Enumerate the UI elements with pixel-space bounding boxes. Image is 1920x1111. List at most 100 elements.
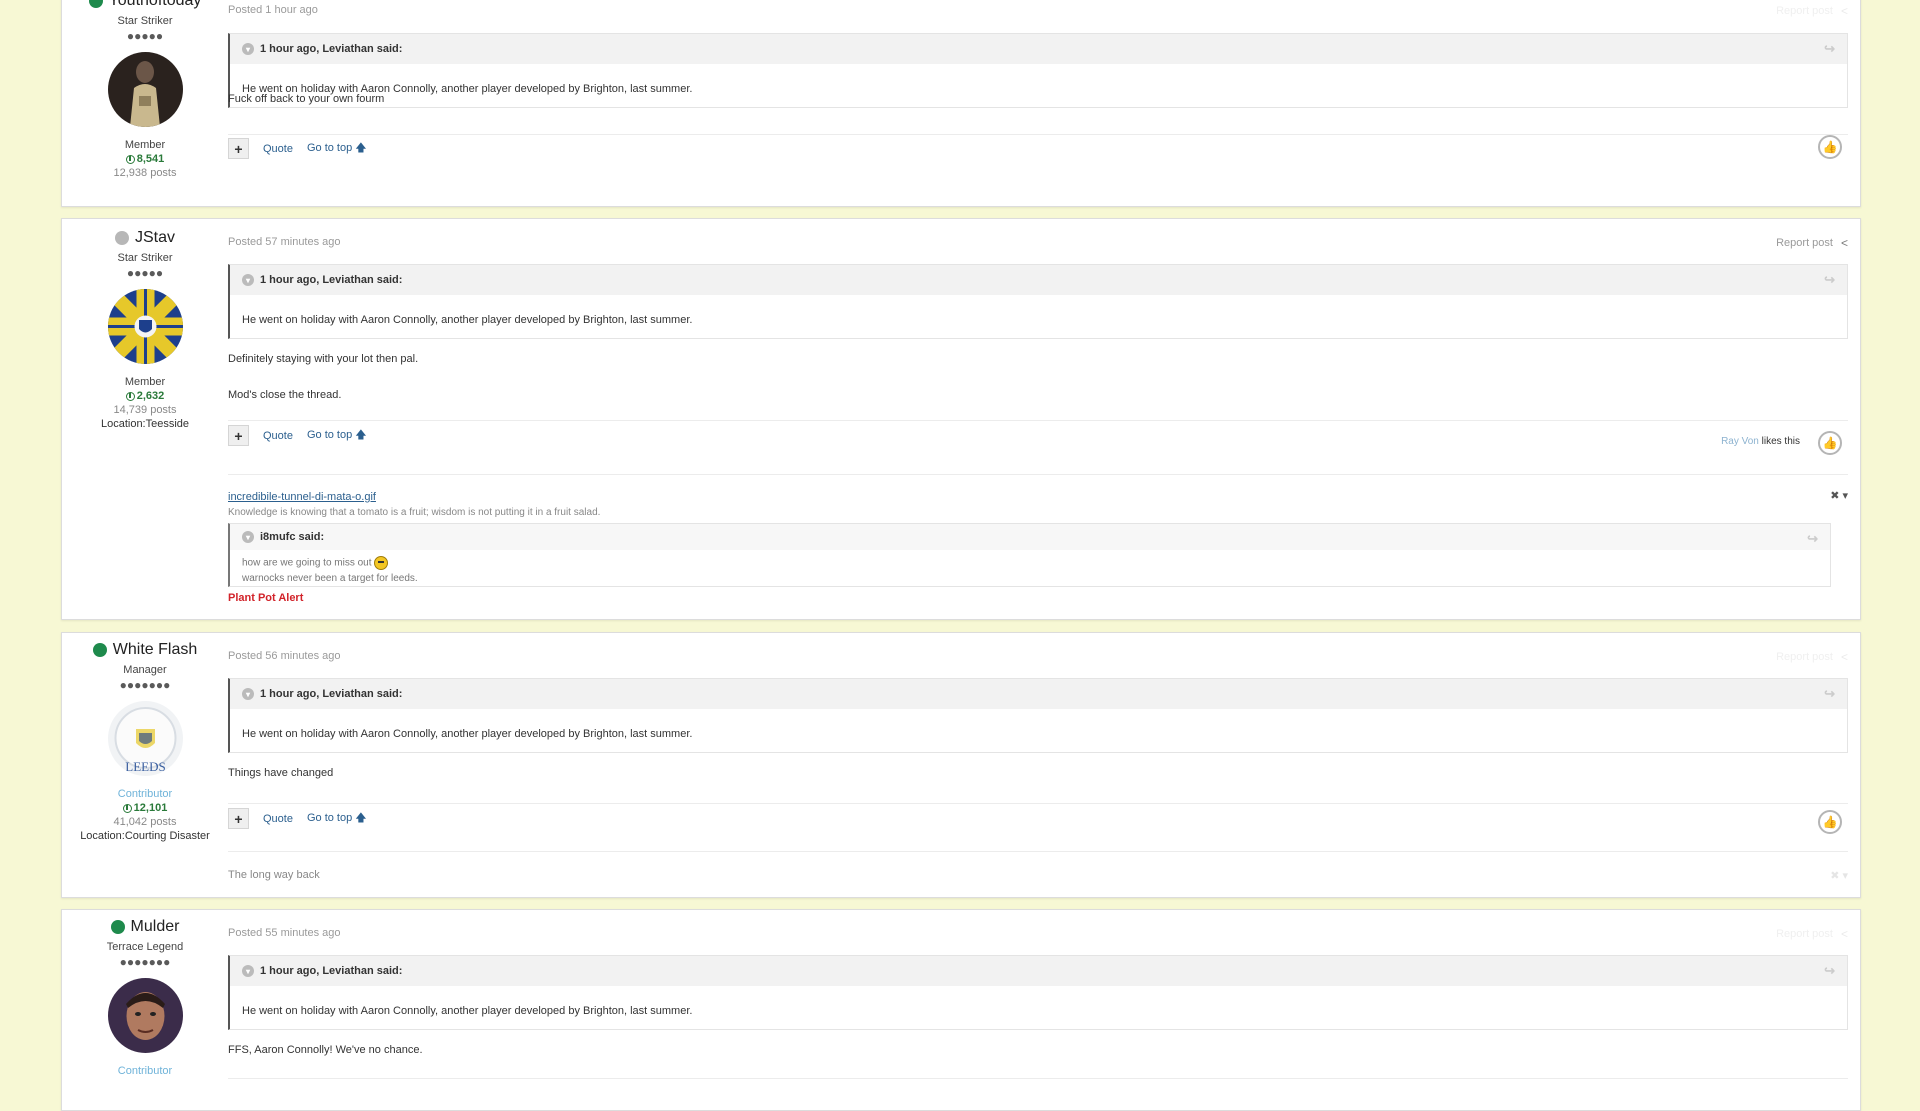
post-tools[interactable]: Report post < xyxy=(1776,650,1848,664)
multiquote-button[interactable]: + xyxy=(228,138,249,159)
offline-status-icon xyxy=(114,231,129,245)
report-post-link[interactable]: Report post xyxy=(1776,237,1833,249)
author-name-row: JStav xyxy=(62,229,228,247)
author-panel: Youthoftoday Star Striker ●●●●● Member 8… xyxy=(62,0,228,179)
report-post-link[interactable]: Report post xyxy=(1776,651,1833,663)
signature-text: The long way back xyxy=(228,869,320,881)
quote-block: ▾ 1 hour ago, Leviathan said: ↪ He went … xyxy=(228,33,1848,108)
quote-header[interactable]: ▾ 1 hour ago, Leviathan said: ↪ xyxy=(230,956,1847,986)
chevron-down-icon[interactable]: ▾ xyxy=(242,531,254,543)
member-group: Member xyxy=(124,376,166,388)
post-count: 14,739 posts xyxy=(113,404,177,416)
post-controls: + Quote Go to top 🡅 xyxy=(228,138,367,159)
reputation-icon xyxy=(125,154,135,164)
quote-line: warnocks never been a target for leeds. xyxy=(242,573,418,584)
author-name[interactable]: Mulder xyxy=(131,918,180,936)
multiquote-button[interactable]: + xyxy=(228,808,249,829)
post-controls: + Quote Go to top 🡅 xyxy=(228,808,367,829)
go-to-top-link[interactable]: Go to top 🡅 xyxy=(307,809,367,828)
avatar[interactable] xyxy=(107,289,183,364)
thumbs-up-icon: 👍 xyxy=(1822,140,1838,154)
chevron-down-icon[interactable]: ▾ xyxy=(242,274,254,286)
author-name[interactable]: JStav xyxy=(135,229,175,247)
smiley-emoji-icon xyxy=(374,556,389,570)
avatar[interactable] xyxy=(107,52,183,127)
member-group: Contributor xyxy=(117,1065,173,1077)
chevron-down-icon[interactable]: ▾ xyxy=(242,688,254,700)
likes-summary: Ray Von likes this xyxy=(1721,436,1800,447)
report-post-link[interactable]: Report post xyxy=(1776,5,1833,17)
author-name[interactable]: Youthoftoday xyxy=(109,0,202,10)
reputation: 2,632 xyxy=(62,390,228,402)
reputation-icon xyxy=(122,803,132,813)
post-tools[interactable]: Report post < xyxy=(1776,927,1848,941)
signature-quote: ▾ i8mufc said: ↪ how are we going to mis… xyxy=(228,523,1831,587)
reply-arrow-icon[interactable]: ↪ xyxy=(1807,531,1818,547)
quote-button[interactable]: Quote xyxy=(263,143,293,155)
member-group: Member xyxy=(124,139,166,151)
reputation-icon xyxy=(125,391,135,401)
quote-header[interactable]: ▾ 1 hour ago, Leviathan said: ↪ xyxy=(230,679,1847,709)
post-tools[interactable]: Report post < xyxy=(1776,4,1848,18)
multiquote-button[interactable]: + xyxy=(228,425,249,446)
reply-arrow-icon[interactable]: ↪ xyxy=(1824,41,1835,57)
quote-header[interactable]: ▾ i8mufc said: ↪ xyxy=(230,524,1830,550)
quote-line: how are we going to miss out xyxy=(230,550,1830,570)
quote-body: He went on holiday with Aaron Connolly, … xyxy=(242,83,693,95)
go-to-top-link[interactable]: Go to top 🡅 xyxy=(307,426,367,445)
author-rank: Star Striker xyxy=(117,252,173,264)
signature-text: Knowledge is knowing that a tomato is a … xyxy=(228,507,601,518)
signature-image-link[interactable]: incredibile-tunnel-di-mata-o.gif xyxy=(228,491,376,503)
like-button[interactable]: 👍 xyxy=(1818,431,1842,455)
quote-header[interactable]: ▾ 1 hour ago, Leviathan said: ↪ xyxy=(230,265,1847,295)
post-controls: + Quote Go to top 🡅 xyxy=(228,425,367,446)
post-timestamp[interactable]: Posted 56 minutes ago xyxy=(228,650,341,662)
divider xyxy=(228,1078,1848,1079)
thumbs-up-icon: 👍 xyxy=(1822,436,1838,450)
quote-body: He went on holiday with Aaron Connolly, … xyxy=(242,1005,693,1017)
quote-header[interactable]: ▾ 1 hour ago, Leviathan said: ↪ xyxy=(230,34,1847,64)
share-icon[interactable]: < xyxy=(1841,4,1848,18)
quote-block: ▾ 1 hour ago, Leviathan said: ↪ He went … xyxy=(228,678,1848,753)
liker-name[interactable]: Ray Von xyxy=(1721,436,1759,447)
rank-pips: ●●●●● xyxy=(126,266,164,280)
post-text: FFS, Aaron Connolly! We've no chance. xyxy=(228,1044,423,1056)
close-signature-icon[interactable]: ✖ ▾ xyxy=(1830,869,1848,882)
share-icon[interactable]: < xyxy=(1841,927,1848,941)
svg-text:LEEDS: LEEDS xyxy=(125,759,165,774)
post-tools[interactable]: Report post < xyxy=(1776,236,1848,250)
quote-button[interactable]: Quote xyxy=(263,430,293,442)
reply-arrow-icon[interactable]: ↪ xyxy=(1824,686,1835,702)
like-button[interactable]: 👍 xyxy=(1818,810,1842,834)
report-post-link[interactable]: Report post xyxy=(1776,928,1833,940)
share-icon[interactable]: < xyxy=(1841,236,1848,250)
go-to-top-link[interactable]: Go to top 🡅 xyxy=(307,139,367,158)
avatar[interactable] xyxy=(107,978,183,1053)
author-name[interactable]: White Flash xyxy=(113,641,197,659)
divider xyxy=(228,134,1848,135)
reply-arrow-icon[interactable]: ↪ xyxy=(1824,272,1835,288)
post-timestamp[interactable]: Posted 55 minutes ago xyxy=(228,927,341,939)
share-icon[interactable]: < xyxy=(1841,650,1848,664)
post-timestamp[interactable]: Posted 1 hour ago xyxy=(228,4,318,16)
post-youthoftoday: Youthoftoday Star Striker ●●●●● Member 8… xyxy=(61,0,1861,207)
quote-button[interactable]: Quote xyxy=(263,813,293,825)
reputation: 12,101 xyxy=(62,802,228,814)
signature-red-text: Plant Pot Alert xyxy=(228,592,304,604)
chevron-down-icon[interactable]: ▾ xyxy=(242,965,254,977)
quote-block: ▾ 1 hour ago, Leviathan said: ↪ He went … xyxy=(228,264,1848,339)
avatar[interactable]: LEEDS xyxy=(107,701,183,776)
reply-arrow-icon[interactable]: ↪ xyxy=(1824,963,1835,979)
arrow-up-icon: 🡅 xyxy=(355,429,367,441)
like-button[interactable]: 👍 xyxy=(1818,135,1842,159)
post-text: Definitely staying with your lot then pa… xyxy=(228,353,419,365)
location: Location:Teesside xyxy=(100,418,190,430)
post-count: 12,938 posts xyxy=(113,167,177,179)
post-timestamp[interactable]: Posted 57 minutes ago xyxy=(228,236,341,248)
author-rank: Manager xyxy=(123,664,167,676)
chevron-down-icon[interactable]: ▾ xyxy=(242,43,254,55)
close-signature-icon[interactable]: ✖ ▾ xyxy=(1830,489,1848,502)
thumbs-up-icon: 👍 xyxy=(1822,815,1838,829)
post-jstav: JStav Star Striker ●●●●● Member 2,632 14… xyxy=(61,218,1861,620)
divider xyxy=(228,474,1848,475)
